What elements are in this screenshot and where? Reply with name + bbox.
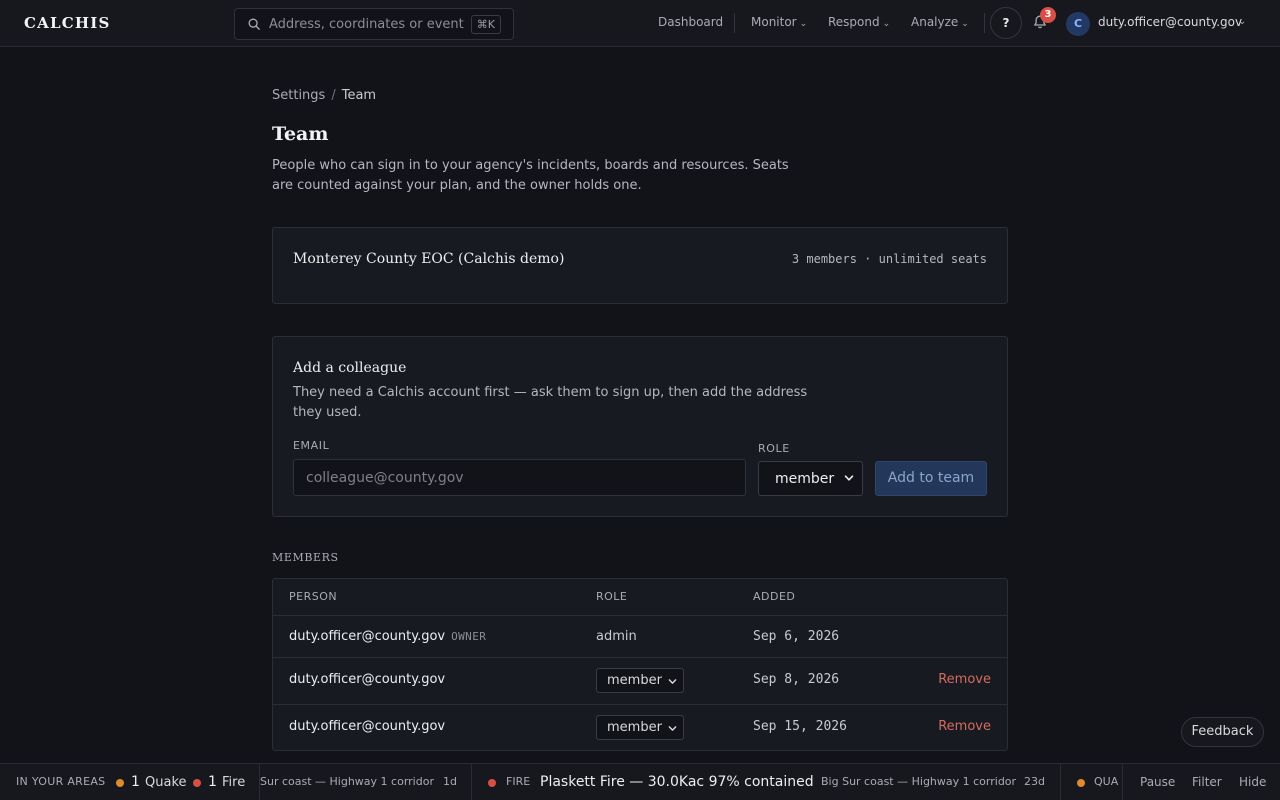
seat-summary: 3 members · unlimited seats: [791, 252, 987, 266]
nav-monitor-label: Monitor: [751, 15, 797, 29]
ticker-item-type: FIRE: [506, 775, 531, 788]
nav-respond-label: Respond: [828, 15, 880, 29]
ticker-divider: [1060, 764, 1061, 800]
member-email: duty.officer@county.gov: [289, 672, 446, 687]
column-person: PERSON: [289, 590, 338, 603]
members-table: PERSON ROLE ADDED duty.officer@county.go…: [272, 578, 1008, 751]
ticker-item-location[interactable]: Big Sur coast — Highway 1 corridor: [821, 775, 1016, 788]
event-ticker: IN YOUR AREAS 1 Quake 1 Fire Sur coast —…: [0, 763, 1280, 800]
breadcrumb: Settings / Team: [272, 88, 376, 103]
chevron-down-icon: [844, 475, 854, 481]
add-to-team-button[interactable]: Add to team: [875, 461, 987, 496]
search-placeholder: Address, coordinates or event: [269, 17, 464, 32]
owner-badge: OWNER: [451, 630, 487, 643]
remove-member-button[interactable]: Remove: [938, 719, 991, 734]
role-select-value: member: [775, 471, 835, 487]
breadcrumb-separator: /: [331, 88, 336, 103]
member-added-date: Sep 15, 2026: [753, 719, 847, 734]
ticker-divider: [471, 764, 472, 800]
ticker-controls: Pause Filter Hide: [1122, 764, 1280, 800]
fire-dot-icon: [488, 779, 496, 787]
ticker-hide-button[interactable]: Hide: [1239, 775, 1266, 789]
email-field[interactable]: [293, 459, 746, 496]
table-row: duty.officer@county.gov OWNER admin Sep 6…: [273, 616, 1007, 658]
members-section-label: MEMBERS: [272, 551, 339, 564]
add-colleague-card: Add a colleague They need a Calchis acco…: [272, 336, 1008, 517]
add-colleague-description: They need a Calchis account first — ask …: [293, 385, 808, 420]
member-role: admin: [596, 629, 637, 644]
organization-name: Monterey County EOC (Calchis demo): [293, 251, 565, 267]
ticker-filter-button[interactable]: Filter: [1192, 775, 1222, 789]
nav-analyze-label: Analyze: [911, 15, 959, 29]
nav-divider: [984, 13, 985, 33]
user-menu-email[interactable]: duty.officer@county.gov: [1098, 15, 1242, 29]
quake-dot-icon: [116, 779, 124, 787]
chevron-down-icon: [668, 726, 677, 731]
member-email: duty.officer@county.gov: [289, 719, 446, 734]
ticker-quake-count[interactable]: 1: [131, 774, 140, 790]
help-button[interactable]: ?: [990, 7, 1022, 39]
breadcrumb-settings[interactable]: Settings: [272, 88, 325, 103]
member-role-select[interactable]: member: [596, 715, 684, 740]
notification-badge: 3: [1040, 7, 1056, 23]
member-added-date: Sep 6, 2026: [753, 629, 840, 644]
chevron-down-icon[interactable]: ⌄: [1238, 16, 1246, 27]
breadcrumb-current: Team: [341, 88, 377, 103]
ticker-item-location[interactable]: Sur coast — Highway 1 corridor: [260, 775, 434, 788]
page-description: People who can sign in to your agency's …: [272, 158, 789, 193]
ticker-fire-label[interactable]: Fire: [222, 775, 245, 790]
column-added: ADDED: [753, 590, 796, 603]
ticker-fire-count[interactable]: 1: [208, 774, 217, 790]
nav-divider: [734, 13, 735, 33]
chevron-down-icon: ⌄: [882, 19, 891, 29]
ticker-item-type: QUA: [1094, 775, 1119, 788]
add-colleague-title: Add a colleague: [293, 360, 407, 376]
fire-dot-icon: [193, 779, 201, 787]
global-search[interactable]: Address, coordinates or event ⌘K: [234, 8, 514, 40]
chevron-down-icon: ⌄: [961, 19, 969, 29]
remove-member-button[interactable]: Remove: [938, 672, 991, 687]
ticker-quake-label[interactable]: Quake: [145, 775, 187, 790]
table-row: duty.officer@county.gov member Sep 8, 20…: [273, 658, 1007, 705]
ticker-item-age: 1d: [443, 775, 457, 788]
member-added-date: Sep 8, 2026: [753, 672, 840, 687]
search-shortcut-hint: ⌘K: [470, 15, 501, 34]
ticker-item-age: 23d: [1024, 775, 1045, 788]
brand-logo[interactable]: CALCHIS: [24, 14, 110, 32]
page-title: Team: [272, 123, 329, 145]
organization-card: Monterey County EOC (Calchis demo) 3 mem…: [272, 227, 1008, 304]
member-role-value: member: [607, 673, 662, 688]
ticker-item-title[interactable]: Plaskett Fire — 30.0Kac 97% contained: [540, 774, 814, 790]
table-row: duty.officer@county.gov member Sep 15, 2…: [273, 705, 1007, 750]
top-navbar: CALCHIS Address, coordinates or event ⌘K…: [0, 0, 1280, 47]
member-role-select[interactable]: member: [596, 668, 684, 693]
nav-dashboard[interactable]: Dashboard: [658, 15, 723, 29]
quake-dot-icon: [1077, 779, 1085, 787]
column-role: ROLE: [596, 590, 628, 603]
feedback-button[interactable]: Feedback: [1181, 717, 1264, 747]
member-role-value: member: [607, 720, 662, 735]
search-icon: [248, 18, 260, 30]
chevron-down-icon: [668, 679, 677, 684]
email-label: EMAIL: [293, 439, 330, 452]
role-label: ROLE: [758, 442, 790, 455]
nav-respond[interactable]: Respond ⌄: [828, 15, 890, 29]
ticker-pause-button[interactable]: Pause: [1140, 775, 1175, 789]
member-email-text: duty.officer@county.gov: [289, 629, 446, 644]
member-email: duty.officer@county.gov OWNER: [289, 629, 486, 644]
nav-monitor[interactable]: Monitor ⌄: [751, 15, 807, 29]
role-select[interactable]: member: [758, 461, 863, 496]
chevron-down-icon: ⌄: [799, 19, 808, 29]
avatar[interactable]: C: [1066, 12, 1090, 36]
table-header: PERSON ROLE ADDED: [273, 579, 1007, 616]
nav-analyze[interactable]: Analyze ⌄: [911, 15, 969, 29]
ticker-areas-label: IN YOUR AREAS: [16, 775, 106, 788]
